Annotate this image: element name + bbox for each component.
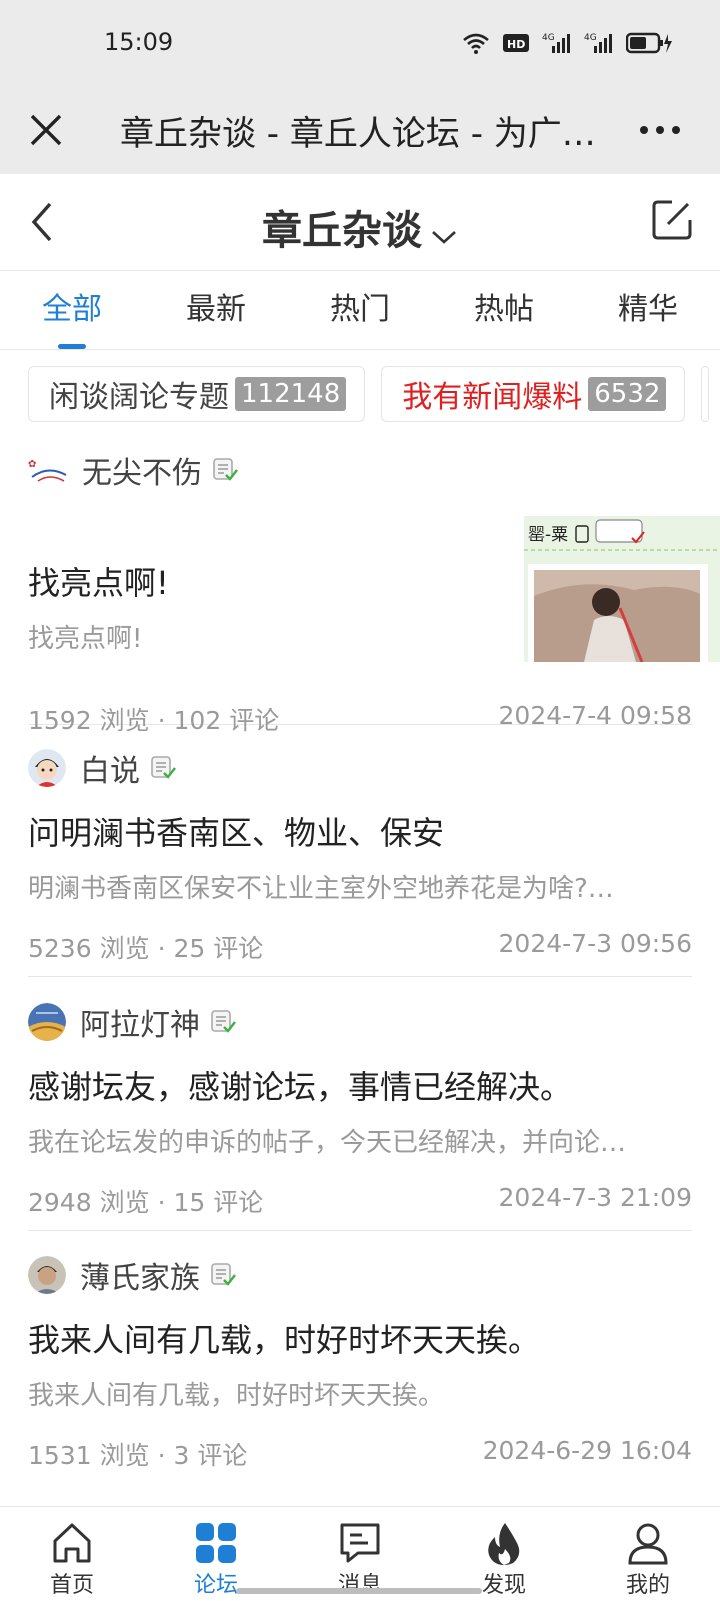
status-icons: HD 4G 4G xyxy=(462,28,672,58)
svg-text:4G: 4G xyxy=(542,33,555,43)
nav-home[interactable]: 首页 xyxy=(0,1507,144,1601)
more-icon[interactable] xyxy=(636,110,684,150)
svg-text:4G: 4G xyxy=(584,33,597,43)
forum-grid-icon xyxy=(196,1523,236,1563)
post-author[interactable]: 薄氏家族 xyxy=(28,1249,692,1301)
post-title: 我来人间有几载，时好时坏天天挨。 xyxy=(28,1321,541,1359)
tab-bar: 全部 最新 热门 热帖 精华 xyxy=(0,271,720,350)
status-time: 15:09 xyxy=(104,28,174,56)
svg-text:✿: ✿ xyxy=(28,459,36,470)
view-count: 5236 浏览 xyxy=(28,934,150,963)
view-count: 1592 浏览 xyxy=(28,706,150,735)
tab-hot-posts[interactable]: 热帖 xyxy=(432,271,576,349)
post-date: 2024-7-3 09:56 xyxy=(498,929,692,958)
topic-chip[interactable]: 闲谈阔论专题 112148 xyxy=(28,366,366,422)
user-icon xyxy=(628,1523,668,1565)
status-bar: 15:09 HD 4G 4G xyxy=(0,0,720,88)
browser-title: 章丘杂谈 - 章丘人论坛 - 为广… xyxy=(120,114,596,154)
signal-4g-icon-2: 4G xyxy=(584,31,614,55)
message-icon xyxy=(340,1523,380,1563)
level-badge-icon xyxy=(210,1009,236,1035)
avatar: ✿ xyxy=(28,451,68,489)
page-title: 章丘杂谈 xyxy=(262,208,422,254)
forum-selector[interactable]: 章丘杂谈 xyxy=(0,198,720,256)
author-name: 无尖不伤 xyxy=(82,456,202,491)
post-meta: 1531 浏览 · 3 评论 2024-6-29 16:04 xyxy=(28,1436,692,1470)
comment-count: 102 评论 xyxy=(173,706,280,735)
post-excerpt: 我在论坛发的申诉的帖子，今天已经解决，并向论… xyxy=(28,1128,627,1158)
post-author[interactable]: ✿ 无尖不伤 xyxy=(28,444,692,496)
post-date: 2024-7-3 21:09 xyxy=(498,1183,692,1212)
nav-label: 论坛 xyxy=(193,1573,238,1598)
tab-popular[interactable]: 热门 xyxy=(288,271,432,349)
author-name: 阿拉灯神 xyxy=(80,1008,200,1043)
post-excerpt: 我来人间有几载，时好时坏天天挨。 xyxy=(28,1381,445,1411)
nav-profile[interactable]: 我的 xyxy=(576,1507,720,1601)
post-excerpt: 明澜书香南区保安不让业主室外空地养花是为啥?… xyxy=(28,874,614,904)
topic-chip[interactable]: 我有新闻爆料 6532 xyxy=(381,366,686,422)
post-author[interactable]: 阿拉灯神 xyxy=(28,996,692,1048)
post-title: 找亮点啊! xyxy=(28,564,169,602)
comment-count: 3 评论 xyxy=(173,1441,248,1470)
author-name: 薄氏家族 xyxy=(80,1261,200,1296)
svg-text:HD: HD xyxy=(507,38,525,51)
nav-messages[interactable]: 消息 xyxy=(288,1507,432,1601)
nav-label: 我的 xyxy=(625,1573,670,1598)
nav-forum[interactable]: 论坛 xyxy=(144,1507,288,1601)
level-badge-icon xyxy=(210,1262,236,1288)
battery-icon xyxy=(626,32,672,54)
bottom-nav: 首页 论坛 消息 发现 我的 xyxy=(0,1506,720,1601)
post-date: 2024-6-29 16:04 xyxy=(482,1436,692,1465)
topic-name: 闲谈阔论专题 xyxy=(49,380,229,415)
signal-4g-icon: 4G xyxy=(542,31,572,55)
nav-label: 首页 xyxy=(49,1573,94,1598)
topic-chip-more[interactable] xyxy=(701,366,710,422)
avatar xyxy=(28,749,66,787)
post-meta: 1592 浏览 · 102 评论 2024-7-4 09:58 xyxy=(28,701,692,735)
nav-label: 发现 xyxy=(481,1573,526,1598)
post-meta: 5236 浏览 · 25 评论 2024-7-3 09:56 xyxy=(28,929,692,963)
topic-name: 我有新闻爆料 xyxy=(402,380,583,415)
level-badge-icon xyxy=(150,755,176,781)
post-thumbnail[interactable]: 罂-粟 xyxy=(524,516,720,662)
tab-all[interactable]: 全部 xyxy=(0,271,144,349)
nav-label: 消息 xyxy=(337,1573,382,1598)
flame-icon xyxy=(488,1523,520,1565)
wifi-icon xyxy=(462,32,490,54)
chevron-down-icon xyxy=(430,210,458,256)
forum-header: 章丘杂谈 xyxy=(0,174,720,271)
view-count: 2948 浏览 xyxy=(28,1188,150,1217)
avatar xyxy=(28,1256,66,1294)
home-indicator[interactable] xyxy=(236,1588,482,1594)
topic-chips: 闲谈阔论专题 112148 我有新闻爆料 6532 xyxy=(28,366,710,422)
tab-latest[interactable]: 最新 xyxy=(144,271,288,349)
post-item[interactable]: 阿拉灯神 感谢坛友，感谢论坛，事情已经解决。 我在论坛发的申诉的帖子，今天已经解… xyxy=(28,996,692,1231)
comment-count: 25 评论 xyxy=(173,934,264,963)
hd-icon: HD xyxy=(502,32,530,54)
level-badge-icon xyxy=(212,457,238,483)
post-item[interactable]: 白说 问明澜书香南区、物业、保安 明澜书香南区保安不让业主室外空地养花是为啥?…… xyxy=(28,742,692,977)
avatar xyxy=(28,1003,66,1041)
compose-icon[interactable] xyxy=(650,198,694,242)
browser-bar: 章丘杂谈 - 章丘人论坛 - 为广… xyxy=(0,88,720,174)
nav-discover[interactable]: 发现 xyxy=(432,1507,576,1601)
post-author[interactable]: 白说 xyxy=(28,742,692,794)
post-title: 感谢坛友，感谢论坛，事情已经解决。 xyxy=(28,1068,573,1106)
post-excerpt: 找亮点啊! xyxy=(28,624,143,654)
home-icon xyxy=(53,1523,91,1563)
post-item[interactable]: 薄氏家族 我来人间有几载，时好时坏天天挨。 我来人间有几载，时好时坏天天挨。 1… xyxy=(28,1249,692,1479)
view-count: 1531 浏览 xyxy=(28,1441,150,1470)
comment-count: 15 评论 xyxy=(173,1188,264,1217)
post-meta: 2948 浏览 · 15 评论 2024-7-3 21:09 xyxy=(28,1183,692,1217)
post-title: 问明澜书香南区、物业、保安 xyxy=(28,814,445,852)
author-name: 白说 xyxy=(80,754,140,789)
topic-count: 112148 xyxy=(235,377,347,411)
post-date: 2024-7-4 09:58 xyxy=(498,701,692,730)
topic-count: 6532 xyxy=(588,377,667,411)
tab-featured[interactable]: 精华 xyxy=(576,271,720,349)
close-icon[interactable] xyxy=(26,110,66,150)
